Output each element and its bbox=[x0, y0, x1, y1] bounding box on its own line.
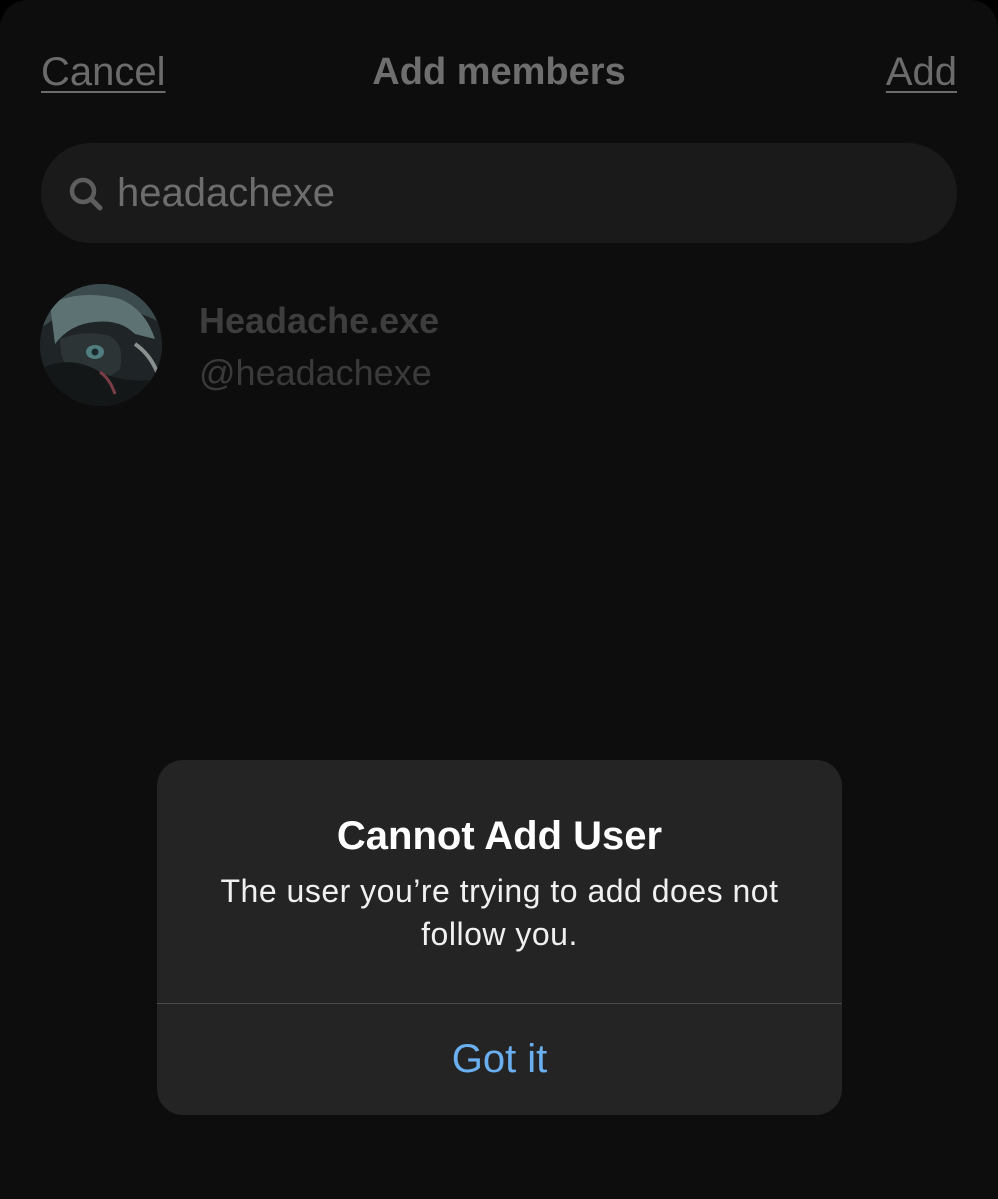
alert-message: The user you’re trying to add does not f… bbox=[220, 873, 779, 952]
alert-title: Cannot Add User bbox=[336, 814, 663, 858]
alert-dialog: Cannot Add User The user you’re trying t… bbox=[157, 760, 842, 1115]
add-members-screen: Cancel Add members Add Headac bbox=[0, 0, 998, 1199]
got-it-button[interactable]: Got it bbox=[157, 1004, 842, 1115]
